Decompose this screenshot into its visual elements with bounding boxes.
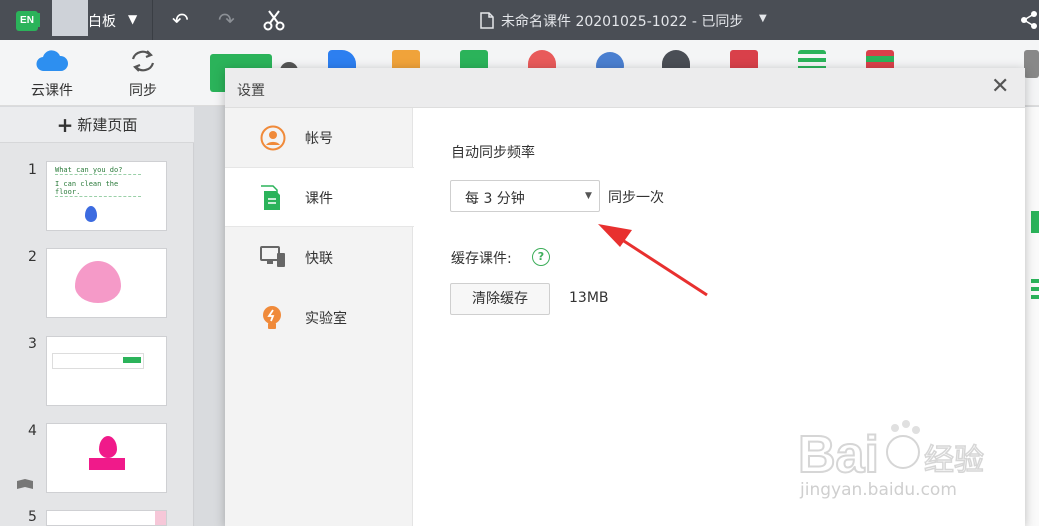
help-icon[interactable]: ? — [532, 248, 550, 266]
right-green-block — [1031, 211, 1039, 233]
cloud-icon — [36, 50, 69, 72]
slide-thumbnail-1[interactable]: What can you do? I can clean the floor. — [46, 161, 167, 231]
cloud-courseware-button[interactable]: 云课件 — [22, 48, 82, 100]
share-icon[interactable] — [1019, 10, 1039, 34]
nav-label: 帐号 — [305, 131, 333, 147]
select-value: 每 3 分钟 — [465, 191, 525, 207]
user-icon — [260, 125, 286, 151]
clear-cache-button[interactable]: 清除缓存 — [450, 283, 550, 315]
app-logo: EN — [16, 11, 38, 31]
logo-accent — [36, 13, 40, 27]
tab-thumbnail[interactable] — [52, 0, 88, 36]
nav-item-quicklink[interactable]: 快联 — [225, 228, 413, 288]
slide-thumbnail-4[interactable] — [46, 423, 167, 493]
monitor-icon — [260, 246, 285, 267]
chevron-down-icon[interactable]: ▼ — [128, 12, 137, 26]
right-list-icon — [1031, 279, 1039, 301]
sync-label: 同步 — [129, 83, 157, 99]
dialog-title: 设置 — [237, 83, 265, 99]
settings-nav: 帐号 课件 快联 实验室 — [225, 108, 414, 526]
new-page-label: 新建页面 — [77, 116, 138, 134]
svg-text:经验: 经验 — [924, 443, 984, 478]
sync-frequency-label: 自动同步频率 — [451, 145, 535, 161]
nav-label: 实验室 — [305, 311, 347, 327]
slide-text-line: I can clean the floor. — [55, 180, 141, 197]
flame-icon — [75, 261, 121, 303]
plus-icon: + — [56, 113, 74, 137]
svg-text:Bai: Bai — [798, 426, 879, 480]
chevron-down-icon[interactable]: ▼ — [759, 13, 767, 24]
slide-text-line: What can you do? — [55, 166, 141, 175]
dialog-header: 设置 ✕ — [225, 68, 1025, 108]
slide-thumbnail-3[interactable] — [46, 336, 167, 406]
flame-icon — [85, 206, 97, 222]
slide-mini-button — [123, 357, 141, 363]
title-bar: EN 白板 ▼ ↶ ↷ 未命名课件 20201025-1022 - 已同步 ▼ — [0, 0, 1039, 40]
lightbulb-icon — [263, 306, 281, 329]
slide-number: 1 — [28, 162, 37, 178]
redo-icon[interactable]: ↷ — [218, 8, 235, 32]
sync-button[interactable]: 同步 — [113, 48, 173, 100]
eraser-icon[interactable] — [1024, 50, 1039, 78]
nav-item-lab[interactable]: 实验室 — [225, 288, 413, 348]
new-page-button[interactable]: + 新建页面 — [0, 107, 194, 143]
flame-icon — [99, 436, 117, 458]
document-icon — [261, 185, 280, 210]
right-panel — [1024, 107, 1039, 526]
slide-thumbnail-5[interactable] — [46, 510, 167, 526]
baidu-watermark-logo: Bai 经验 — [798, 420, 985, 480]
watermark-url: jingyan.baidu.com — [800, 480, 957, 500]
scissors-icon[interactable] — [262, 8, 286, 36]
slide-base-block — [89, 458, 125, 470]
sync-icon — [131, 50, 155, 72]
sync-frequency-select[interactable]: 每 3 分钟 ▼ — [450, 180, 600, 212]
slide-number: 2 — [28, 249, 37, 265]
cache-courseware-label: 缓存课件: — [451, 251, 512, 267]
cache-size-value: 13MB — [569, 290, 609, 306]
slide-number: 4 — [28, 423, 37, 439]
pages-panel: + 新建页面 1 What can you do? I can clean the… — [0, 107, 194, 526]
slide-number: 5 — [28, 509, 37, 525]
nav-label: 快联 — [305, 251, 333, 267]
nav-item-courseware[interactable]: 课件 — [225, 167, 414, 227]
slide-thumbnail-2[interactable] — [46, 248, 167, 318]
document-title: 未命名课件 20201025-1022 - 已同步 — [501, 14, 744, 30]
document-icon — [480, 12, 494, 33]
tab-whiteboard-label[interactable]: 白板 — [88, 11, 116, 31]
sync-suffix-label: 同步一次 — [608, 190, 664, 206]
chevron-down-icon: ▼ — [585, 191, 592, 201]
slide-decor — [155, 511, 166, 525]
nav-item-account[interactable]: 帐号 — [225, 108, 413, 168]
cloud-courseware-label: 云课件 — [31, 83, 73, 99]
divider — [152, 0, 153, 40]
flag-icon[interactable] — [16, 478, 34, 494]
nav-label: 课件 — [305, 191, 333, 207]
slide-number: 3 — [28, 336, 37, 352]
close-icon[interactable]: ✕ — [991, 74, 1009, 99]
undo-icon[interactable]: ↶ — [172, 8, 189, 32]
